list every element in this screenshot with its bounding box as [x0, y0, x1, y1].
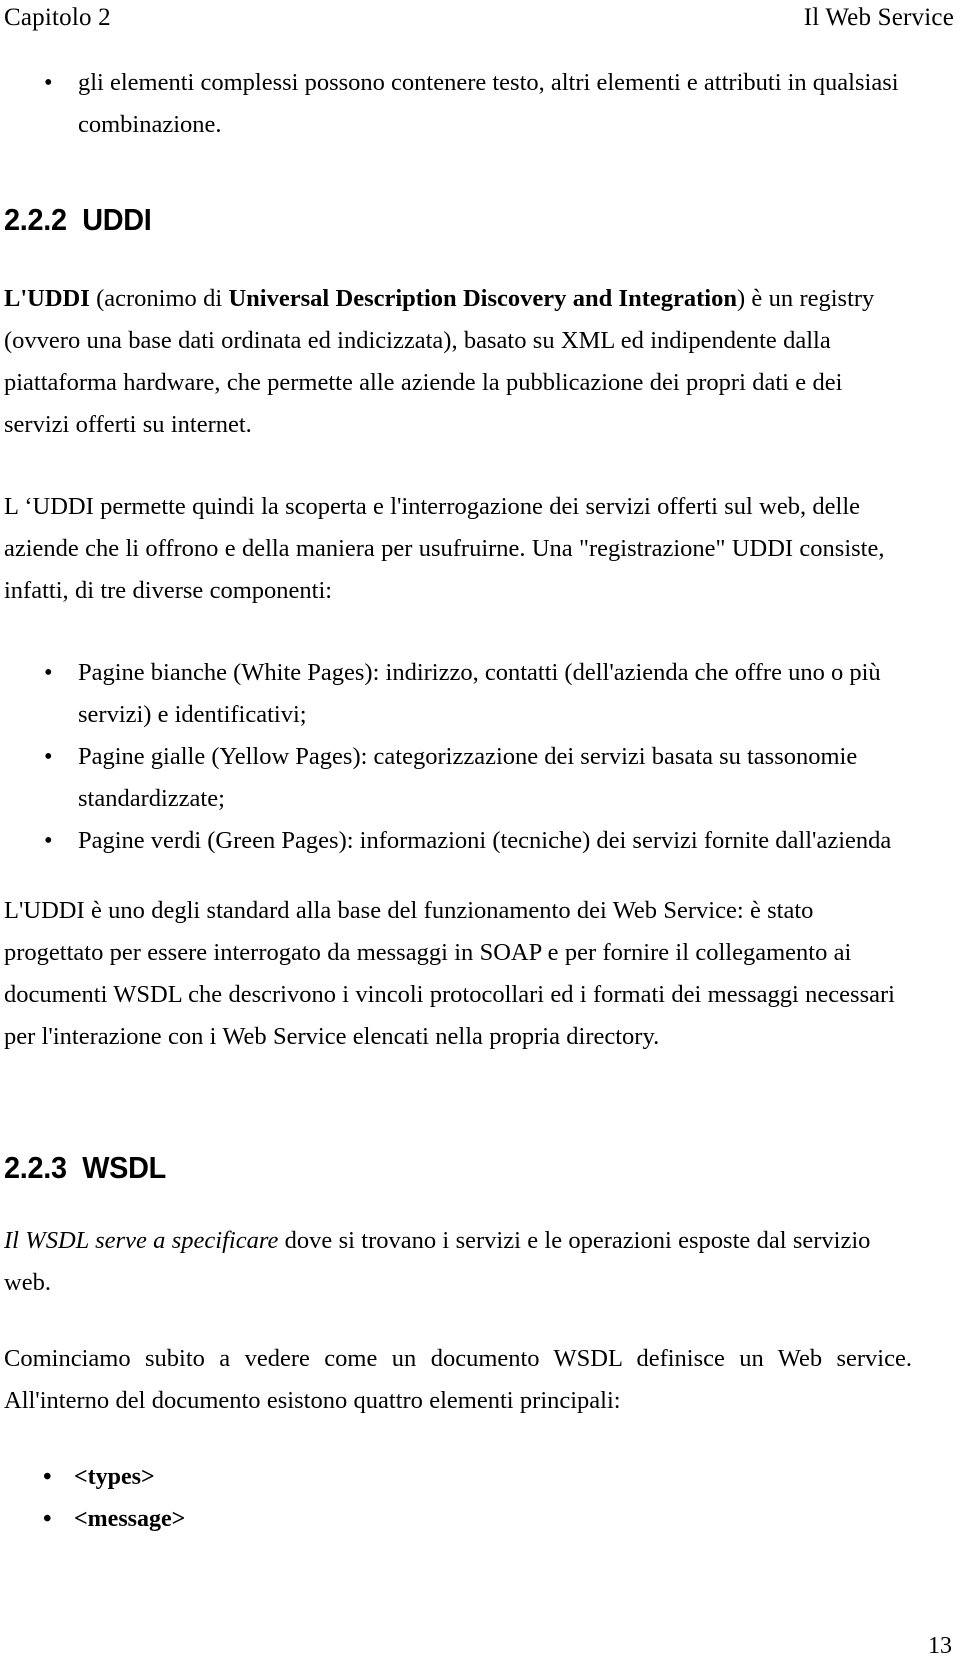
- uddi-acronym-expansion: Universal Description Discovery and Inte…: [228, 285, 737, 312]
- page-number: 13: [928, 1633, 952, 1659]
- list-item: • <types>: [4, 1456, 912, 1498]
- list-item-text: gli elementi complessi possono contenere…: [78, 69, 899, 138]
- paragraph-wsdl-intro: Cominciamo subito a vedere come un docum…: [4, 1345, 912, 1414]
- page-content: • gli elementi complessi possono contene…: [4, 62, 912, 1540]
- uddi-lead-bold: L'UDDI: [4, 285, 90, 312]
- paragraph-uddi-standard: L'UDDI è uno degli standard alla base de…: [4, 897, 895, 1050]
- bullet-icon: •: [44, 743, 53, 770]
- paragraph-uddi-discovery: L ‘UDDI permette quindi la scoperta e l'…: [4, 493, 885, 604]
- list-item-text: Pagine gialle (Yellow Pages): categorizz…: [78, 743, 858, 812]
- list-item: • Pagine bianche (White Pages): indirizz…: [4, 652, 912, 736]
- paragraph-uddi-definition: L'UDDI (acronimo di Universal Descriptio…: [4, 278, 912, 446]
- header-chapter-label: Capitolo 2: [4, 4, 111, 31]
- list-item: • Pagine verdi (Green Pages): informazio…: [4, 820, 912, 862]
- bullet-icon: •: [43, 1505, 52, 1532]
- intro-bullet-list: • gli elementi complessi possono contene…: [4, 62, 912, 146]
- header-section-label: Il Web Service: [803, 4, 954, 31]
- heading-uddi: 2.2.2 UDDI: [4, 202, 152, 237]
- bullet-icon: •: [44, 659, 53, 686]
- bullet-icon: •: [44, 827, 53, 854]
- list-item-text: <message>: [74, 1506, 186, 1532]
- list-item: • Pagine gialle (Yellow Pages): categori…: [4, 736, 912, 820]
- wsdl-italic-lead: Il WSDL serve a specificare: [4, 1227, 279, 1254]
- running-header: Capitolo 2 Il Web Service: [4, 2, 954, 36]
- bullet-icon: •: [43, 1463, 52, 1490]
- document-page: Capitolo 2 Il Web Service • gli elementi…: [0, 0, 960, 1670]
- wsdl-elements-list: • <types> • <message>: [4, 1456, 912, 1540]
- paragraph-wsdl-definition: Il WSDL serve a specificare dove si trov…: [4, 1220, 912, 1304]
- bullet-icon: •: [44, 69, 53, 96]
- list-item-text: Pagine bianche (White Pages): indirizzo,…: [78, 659, 881, 728]
- list-item-text: <types>: [74, 1464, 155, 1490]
- list-item: • gli elementi complessi possono contene…: [4, 62, 912, 146]
- uddi-after-lead: (acronimo di: [89, 285, 229, 312]
- heading-wsdl: 2.2.3 WSDL: [4, 1150, 166, 1185]
- list-item-text: Pagine verdi (Green Pages): informazioni…: [78, 827, 892, 854]
- uddi-components-list: • Pagine bianche (White Pages): indirizz…: [4, 652, 912, 862]
- list-item: • <message>: [4, 1498, 912, 1540]
